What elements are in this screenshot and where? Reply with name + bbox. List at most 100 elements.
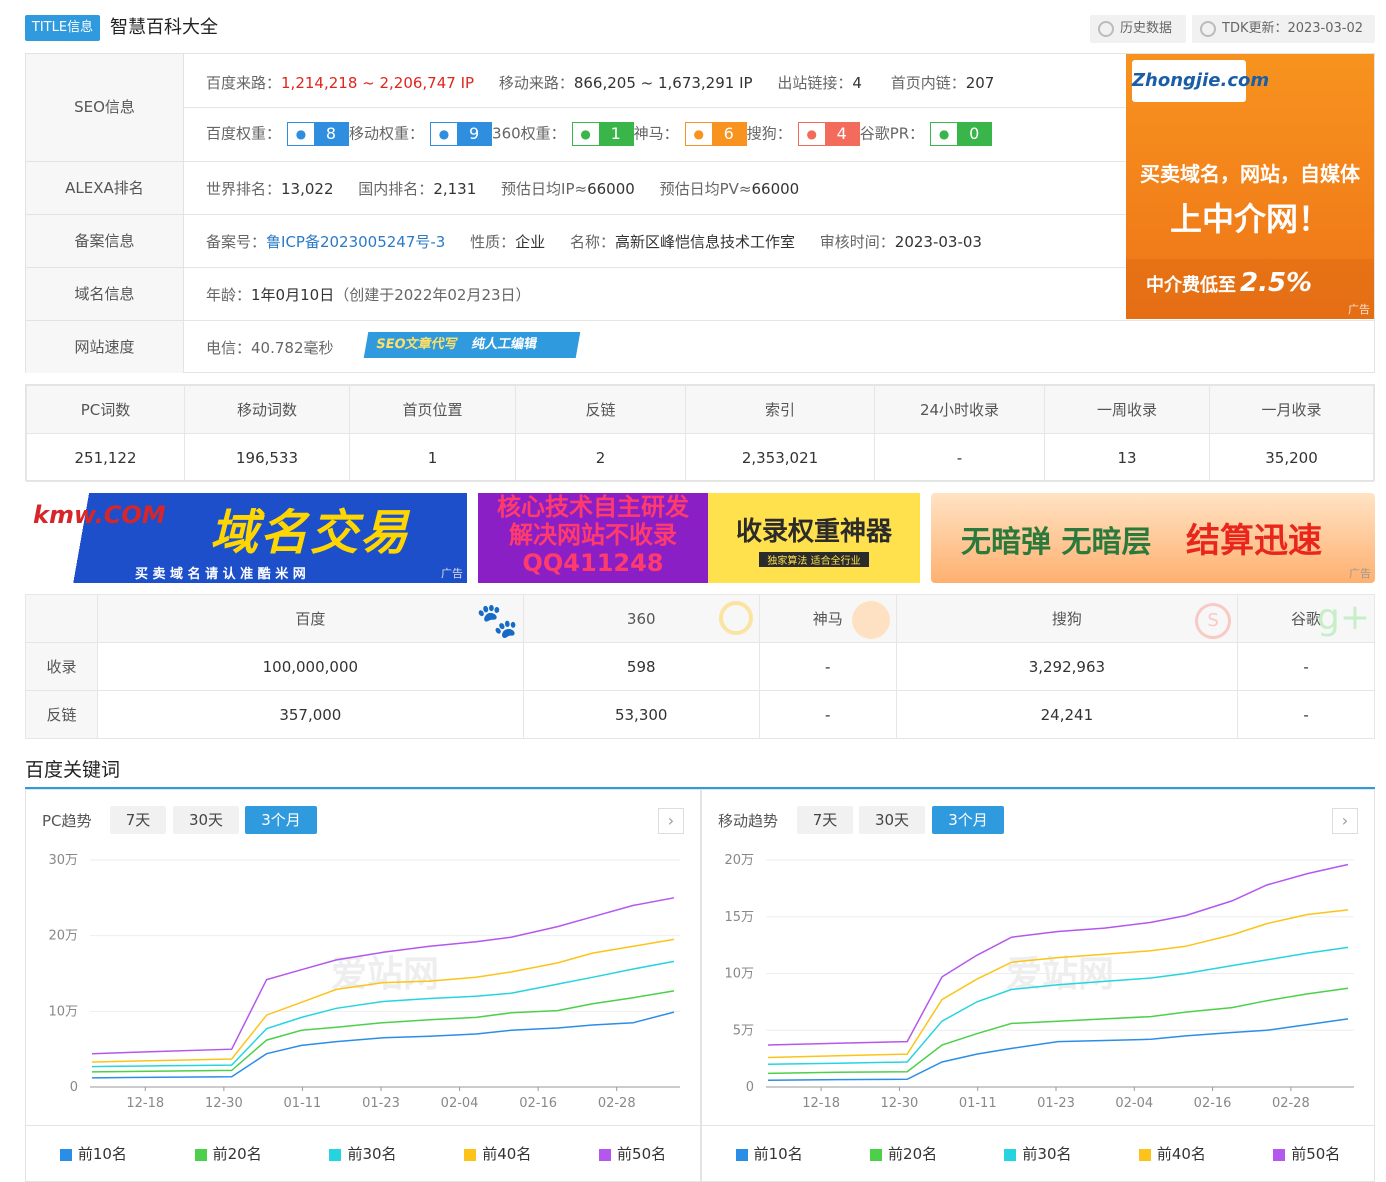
weight-label: 神马： — [633, 124, 679, 143]
weight-badge[interactable]: ● 0 — [930, 122, 993, 146]
chevron-right-icon[interactable]: › — [1332, 808, 1358, 834]
zhongjie-logo: Zhongjie.com — [1132, 60, 1269, 102]
icp-line: 备案号：鲁ICP备2023005247号-3 性质：企业 名称：高新区峰恺信息技… — [206, 231, 982, 252]
weight-badge[interactable]: ● 9 — [430, 122, 493, 146]
legend-label: 前50名 — [617, 1145, 667, 1163]
legend-item[interactable]: 前30名 — [329, 1143, 397, 1164]
engine-row-label: 收录 — [25, 642, 98, 691]
banner2-line1: 核心技术自主研发 — [497, 493, 689, 521]
banner2-title: 收录权重神器 — [735, 517, 892, 547]
tab-3m[interactable]: 3个月 — [932, 806, 1004, 834]
stat-header: PC词数 — [26, 385, 185, 434]
legend-item[interactable]: 前10名 — [59, 1143, 127, 1164]
legend-label: 前10名 — [77, 1145, 127, 1163]
ad-tag: 广告 — [1349, 567, 1371, 580]
tdk-update-button[interactable]: TDK更新：2023-03-02 — [1192, 15, 1375, 43]
y-tick-label: 10万 — [724, 967, 754, 982]
kmw-title: 域名交易 — [210, 505, 411, 561]
engine-cell: - — [758, 642, 897, 691]
history-data-button[interactable]: 历史数据 — [1090, 15, 1186, 43]
speed-value: 40.782毫秒 — [251, 339, 334, 357]
kmw-sub: 买 卖 域 名 请 认 准 酷 米 网 — [135, 567, 306, 582]
speed-label: 电信： — [206, 339, 252, 357]
x-tick-label: 12-30 — [881, 1096, 919, 1111]
stat-value: 2 — [515, 433, 686, 482]
seo-writing-promo[interactable]: SEO文章代写 纯人工编辑 — [363, 332, 581, 358]
x-tick-label: 02-16 — [519, 1096, 557, 1111]
est-ip-value: 66000 — [587, 180, 635, 198]
collection-banner[interactable]: 核心技术自主研发 解决网站不收录 QQ411248 收录权重神器 独家算法 适合… — [478, 493, 920, 583]
legend-label: 前40名 — [482, 1145, 532, 1163]
baidu-source-value: 1,214,218 ~ 2,206,747 IP — [281, 74, 475, 92]
legend-swatch — [1004, 1148, 1017, 1161]
zhongjie-line1: 买卖域名，网站，自媒体 — [1140, 162, 1360, 186]
weight-badge[interactable]: ● 8 — [287, 122, 350, 146]
engine-cell: 357,000 — [97, 690, 524, 739]
chevron-right-icon[interactable]: › — [658, 808, 684, 834]
domain-age-label: 年龄： — [206, 286, 252, 304]
row-label-domain: 域名信息 — [26, 267, 184, 320]
zhongjie-ad[interactable]: Zhongjie.com 买卖域名，网站，自媒体 上中介网！ 中介费低至 2.5%… — [1126, 54, 1374, 319]
legend-swatch — [59, 1148, 72, 1161]
promo-a: SEO文章代写 — [374, 337, 459, 352]
weight-label: 谷歌PR： — [859, 124, 925, 143]
legend-label: 前30名 — [1022, 1145, 1072, 1163]
google-plus-icon: ● — [931, 123, 958, 145]
engine-cell: 100,000,000 — [97, 642, 524, 691]
x-tick-label: 02-04 — [441, 1096, 479, 1111]
engine-cell: 3,292,963 — [895, 642, 1239, 691]
weight-badge[interactable]: ● 1 — [571, 122, 634, 146]
tab-3m[interactable]: 3个月 — [245, 806, 317, 834]
sogou-icon: ● — [798, 123, 825, 145]
y-tick-label: 15万 — [724, 910, 754, 925]
legend-item[interactable]: 前20名 — [194, 1143, 262, 1164]
google-plus-icon: g+ — [1316, 597, 1370, 638]
search-icon — [718, 601, 753, 635]
legend-item[interactable]: 前10名 — [735, 1143, 803, 1164]
stat-value: 196,533 — [184, 433, 350, 482]
tab-30d[interactable]: 30天 — [859, 806, 925, 834]
tdk-label: TDK更新：2023-03-02 — [1222, 21, 1364, 36]
weight-badge[interactable]: ● 6 — [684, 122, 747, 146]
legend-item[interactable]: 前30名 — [1004, 1143, 1072, 1164]
y-tick-label: 20万 — [724, 853, 754, 868]
legend-label: 前20名 — [888, 1145, 938, 1163]
kmw-banner[interactable]: kmw.COM 域名交易 买 卖 域 名 请 认 准 酷 米 网 广告 — [25, 493, 467, 583]
out-links-label: 出站链接： — [777, 74, 853, 92]
banner2-sub: 独家算法 适合全行业 — [759, 552, 869, 567]
row-label-seo: SEO信息 — [26, 54, 184, 161]
y-tick-label: 0 — [70, 1080, 78, 1095]
section-title: 百度关键词 — [25, 759, 121, 781]
tab-30d[interactable]: 30天 — [173, 806, 239, 834]
settlement-banner[interactable]: 无暗弹 无暗层 结算迅速 广告 — [931, 493, 1375, 583]
mobile-trend-title: 移动趋势 — [718, 812, 779, 830]
icp-name-value: 高新区峰恺信息技术工作室 — [614, 233, 795, 251]
legend-item[interactable]: 前50名 — [1273, 1143, 1340, 1164]
mobile-trend-panel: 移动趋势 7天 30天 3个月 › 爱站网 0 5万 10万 15万 20万 12-18 12… — [701, 789, 1375, 1182]
icp-no-link[interactable]: 鲁ICP备2023005247号-3 — [266, 233, 445, 251]
legend-label: 前30名 — [347, 1145, 397, 1163]
stat-header: 24小时收录 — [874, 385, 1045, 434]
refresh-icon — [1200, 21, 1216, 37]
weight-badge[interactable]: ● 4 — [797, 122, 860, 146]
legend-item[interactable]: 前50名 — [599, 1143, 666, 1164]
legend-swatch — [1138, 1148, 1151, 1161]
engine-cell: - — [758, 690, 897, 739]
engine-table: 百度 🐾 360 神马 搜狗 S 谷歌 g+ 收录 100,000,000 598 -… — [25, 594, 1375, 740]
legend-label: 前20名 — [212, 1145, 262, 1163]
legend-item[interactable]: 前40名 — [464, 1143, 531, 1164]
stat-value: 1 — [349, 433, 516, 482]
weight-label: 搜狗： — [746, 124, 792, 143]
icp-date-value: 2023-03-03 — [894, 233, 982, 251]
stat-value: 35,200 — [1209, 433, 1374, 482]
site-stats-table: PC词数 移动词数 首页位置 反链 索引 24小时收录 一周收录 一月收录 25… — [25, 384, 1375, 482]
tab-7d[interactable]: 7天 — [797, 806, 853, 834]
stat-header: 反链 — [515, 385, 686, 434]
weight-value: 1 — [598, 123, 633, 145]
engine-header-360: 360 — [522, 594, 760, 643]
tab-7d[interactable]: 7天 — [110, 806, 166, 834]
legend-item[interactable]: 前20名 — [870, 1143, 937, 1164]
legend-label: 前50名 — [1291, 1145, 1341, 1163]
cn-rank-value: 2,131 — [433, 180, 477, 198]
legend-item[interactable]: 前40名 — [1138, 1143, 1206, 1164]
